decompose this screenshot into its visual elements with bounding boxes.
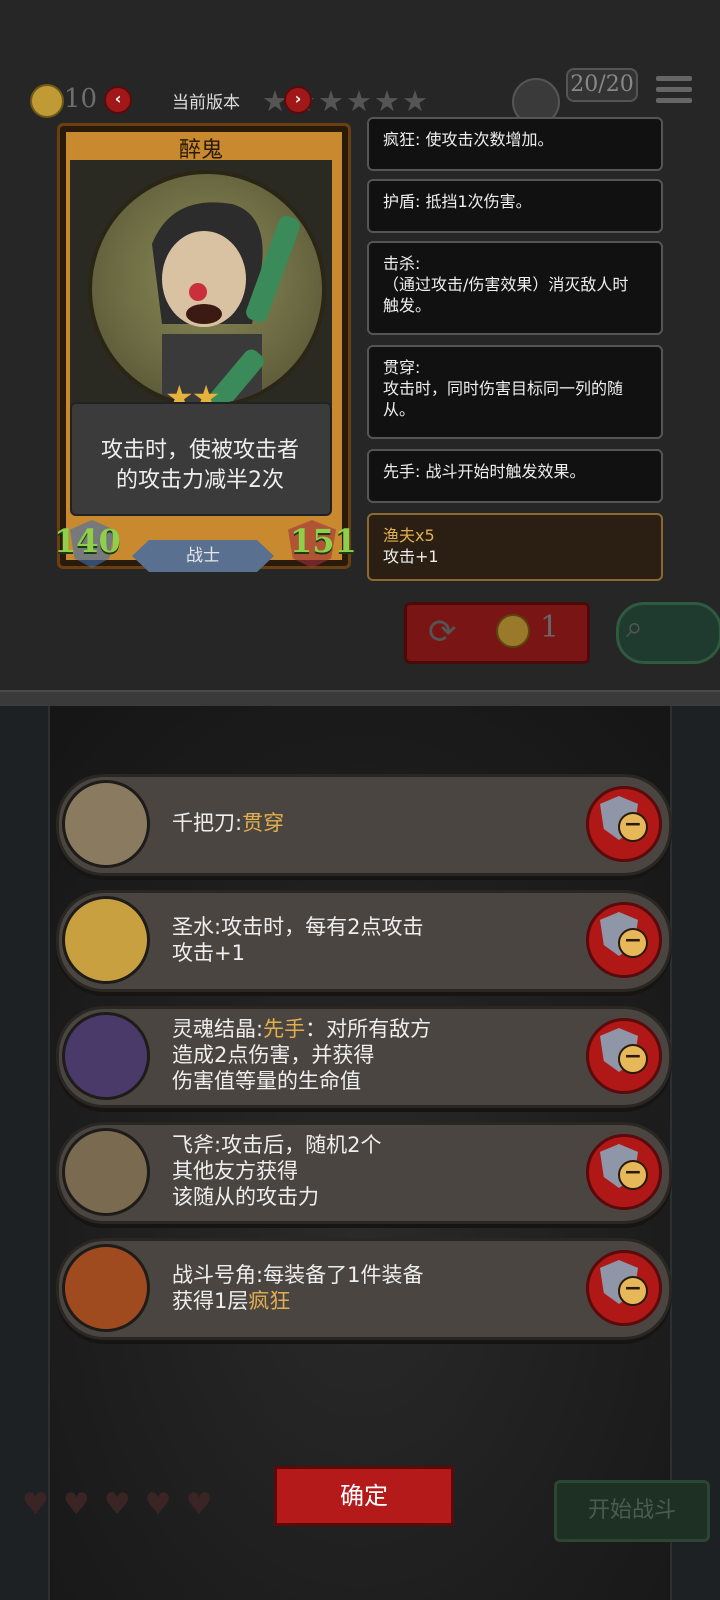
keyword-line: 击杀: (383, 254, 421, 273)
card-name: 醉鬼 (178, 138, 223, 163)
knives-icon (62, 780, 150, 868)
gold-count: 10 (64, 84, 98, 114)
keyword-shield: 护盾: 抵挡1次伤害。 (367, 179, 663, 233)
equipment-effect-line: 攻击时，每有2点攻击 (221, 915, 424, 939)
equipment-effect-line: 攻击+1 (172, 941, 245, 965)
equipment-effect-line: 每装备了1件装备 (263, 1263, 424, 1287)
equipment-text: 灵魂结晶:先手：对所有敌方 造成2点伤害，并获得 伤害值等量的生命值 (172, 1016, 431, 1094)
version-label: 当前版本 (172, 93, 240, 113)
equipment-text: 飞斧:攻击后，随机2个 其他友方获得 该随从的攻击力 (172, 1132, 381, 1210)
synergy-effect: 攻击+1 (383, 547, 439, 566)
keyword-pierce: 贯穿: 攻击时，同时伤害目标同一列的随 从。 (367, 345, 663, 439)
class-banner: 战士 (132, 540, 274, 572)
equipment-keyword: 先手 (263, 1017, 306, 1041)
confirm-button[interactable]: 确定 (274, 1466, 454, 1526)
equipment-keyword: 贯穿 (242, 811, 285, 835)
equipment-keyword: 疯狂 (248, 1289, 291, 1313)
equipment-name: 千把刀: (172, 811, 243, 835)
equipment-name: 飞斧: (172, 1133, 222, 1157)
keyword-frenzy: 疯狂: 使攻击次数增加。 (367, 117, 663, 171)
keyword-line: 护盾: 抵挡1次伤害。 (383, 192, 532, 211)
keyword-kill: 击杀: （通过攻击/伤害效果）消灭敌人时 触发。 (367, 241, 663, 335)
equipment-text: 千把刀:贯穿 (172, 810, 284, 836)
lives-hearts: ♥♥♥♥♥ (22, 1487, 227, 1522)
keyword-line: 触发。 (383, 296, 432, 315)
keyword-first-strike: 先手: 战斗开始时触发效果。 (367, 449, 663, 503)
equipment-text: 战斗号角:每装备了1件装备 获得1层疯狂 (172, 1262, 423, 1314)
start-battle-button[interactable]: 开始战斗 (554, 1480, 710, 1542)
equipment-effect-line: 该随从的攻击力 (172, 1185, 319, 1209)
card-description: 攻击时，使被攻击者 的攻击力减半2次 (80, 436, 320, 496)
health-value: 151 (290, 522, 357, 560)
left-rail (0, 706, 50, 1600)
next-version-button[interactable]: › (284, 86, 312, 114)
equipment-name: 灵魂结晶: (172, 1017, 264, 1041)
prev-version-button[interactable]: ‹ (104, 86, 132, 114)
card-description-line: 的攻击力减半2次 (116, 468, 284, 493)
keyword-line: 贯穿: (383, 358, 421, 377)
equipment-effect-line: 伤害值等量的生命值 (172, 1069, 361, 1093)
minus-icon: − (618, 1276, 648, 1306)
menu-icon[interactable] (656, 76, 692, 108)
attack-value: 140 (54, 522, 121, 560)
refresh-icon: ⟳ (428, 612, 457, 652)
reroll-coin-icon (496, 614, 530, 648)
axe-icon (62, 1128, 150, 1216)
minus-icon: − (618, 928, 648, 958)
equipment-text: 圣水:攻击时，每有2点攻击 攻击+1 (172, 914, 423, 966)
card-description-line: 攻击时，使被攻击者 (100, 438, 299, 463)
keyword-line: （通过攻击/伤害效果）消灭敌人时 (383, 275, 629, 294)
reroll-cost: 1 (540, 610, 560, 645)
equipment-effect-line: 造成2点伤害，并获得 (172, 1043, 375, 1067)
keyword-line: 攻击时，同时伤害目标同一列的随 (383, 379, 624, 398)
equipment-effect-line: 获得1层 (172, 1289, 249, 1313)
keyword-line: 疯狂: 使攻击次数增加。 (383, 130, 554, 149)
synergy-title: 渔夫x5 (383, 526, 435, 545)
energy-counter: 20/20 (566, 68, 638, 102)
holy-water-icon (62, 896, 150, 984)
equipment-effect-line: ：对所有敌方 (305, 1017, 432, 1041)
equipment-effect-line: 攻击后，随机2个 (221, 1133, 382, 1157)
drunkard-illustration (152, 202, 300, 404)
right-rail (670, 706, 720, 1600)
equipment-effect-line: 其他友方获得 (172, 1159, 298, 1183)
synergy-fisherman: 渔夫x5 攻击+1 (367, 513, 663, 581)
gold-coin-icon (30, 84, 64, 118)
equipment-name: 战斗号角: (172, 1263, 264, 1287)
horn-icon (62, 1244, 150, 1332)
minus-icon: − (618, 812, 648, 842)
drunkard-portrait (88, 170, 326, 408)
search-icon: ⌕ (626, 610, 643, 645)
keyword-line: 从。 (383, 400, 416, 419)
keyword-line: 先手: 战斗开始时触发效果。 (383, 462, 586, 481)
minus-icon: − (618, 1160, 648, 1190)
minus-icon: − (618, 1044, 648, 1074)
soul-crystal-icon (62, 1012, 150, 1100)
equipment-name: 圣水: (172, 915, 222, 939)
